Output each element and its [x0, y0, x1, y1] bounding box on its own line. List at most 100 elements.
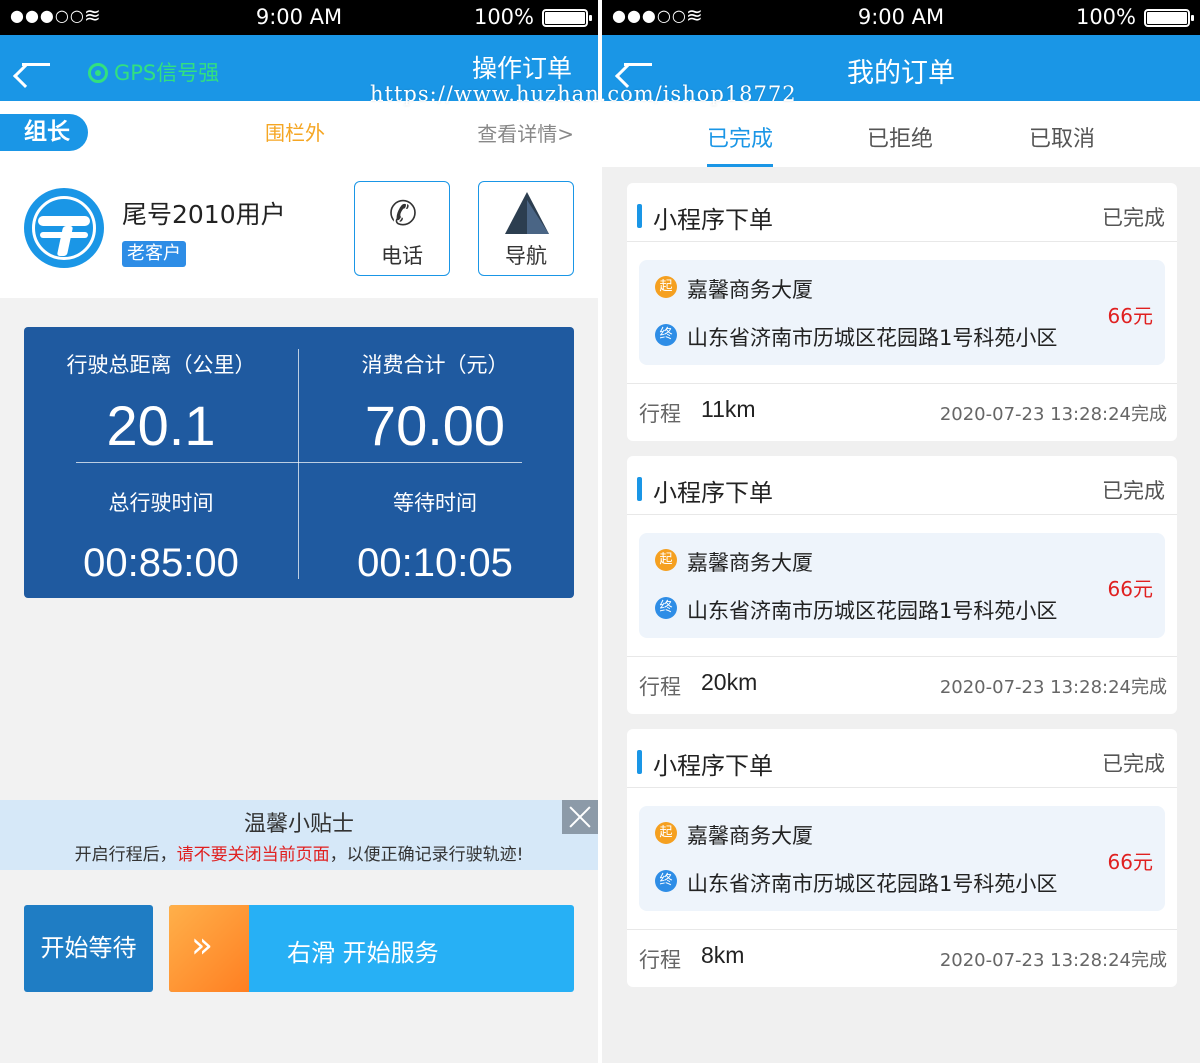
battery-percent: 100%: [473, 5, 534, 29]
cost-value: 70.00: [364, 394, 506, 457]
tip-title: 温馨小贴士: [243, 812, 354, 837]
end-point-icon: 终: [655, 597, 677, 619]
customer-card: 尾号2010用户 老客户 ✆ 电话 导航: [0, 163, 598, 298]
order-addresses: 起 嘉馨商务大厦 终 山东省济南市历城区花园路1号科苑小区 66元: [639, 533, 1165, 638]
navigation-arrow-icon: [505, 192, 549, 234]
order-status: 已完成: [1102, 479, 1165, 503]
order-price: 66元: [1107, 850, 1153, 874]
slider-knob[interactable]: »: [169, 905, 249, 992]
navigate-label: 导航: [505, 244, 547, 268]
back-arrow-icon[interactable]: [22, 63, 50, 66]
status-bar: ●●●○○ ≋ 9:00 AM 100%: [0, 0, 598, 35]
view-detail-link[interactable]: 查看详情>: [477, 118, 574, 147]
gps-status: GPS信号强: [88, 57, 219, 87]
wait-time-value: 00:10:05: [357, 541, 513, 585]
order-to: 山东省济南市历城区花园路1号科苑小区: [687, 872, 1058, 896]
call-button[interactable]: ✆ 电话: [354, 181, 450, 276]
end-point-icon: 终: [655, 870, 677, 892]
order-accent-bar: [637, 204, 642, 228]
customer-name: 尾号2010用户: [122, 200, 286, 229]
trip-label: 行程: [639, 402, 681, 426]
trip-label: 行程: [639, 675, 681, 699]
tip-body-suffix: ，以便正确记录行驶轨迹!: [329, 845, 524, 865]
tip-body-prefix: 开启行程后，: [74, 845, 177, 865]
order-type: 小程序下单: [653, 206, 773, 234]
wait-time-label: 等待时间: [393, 491, 477, 515]
trip-distance: 11km: [701, 396, 756, 422]
order-from: 嘉馨商务大厦: [687, 551, 813, 575]
end-point-icon: 终: [655, 324, 677, 346]
trip-distance: 8km: [701, 942, 745, 968]
stats-horizontal-divider: [76, 462, 522, 463]
order-price: 66元: [1107, 304, 1153, 328]
watermark-text: https://www.huzhan.com/ishop18772: [370, 82, 797, 106]
order-type: 小程序下单: [653, 479, 773, 507]
order-divider: [627, 929, 1177, 930]
order-addresses: 起 嘉馨商务大厦 终 山东省济南市历城区花园路1号科苑小区 66元: [639, 260, 1165, 365]
order-tabs: 已完成 已拒绝 已取消: [602, 101, 1200, 167]
navigate-button[interactable]: 导航: [478, 181, 574, 276]
drive-time-stat: 总行驶时间 00:85:00: [24, 487, 298, 586]
order-to: 山东省济南市历城区花园路1号科苑小区: [687, 326, 1058, 350]
start-point-icon: 起: [655, 822, 677, 844]
role-badge: 组长: [0, 114, 88, 151]
completed-time: 2020-07-23 13:28:24完成: [939, 950, 1167, 971]
active-tab-indicator: [707, 164, 773, 167]
call-label: 电话: [381, 244, 423, 268]
order-header: 小程序下单 已完成: [627, 183, 1177, 242]
cost-label: 消费合计（元）: [361, 353, 509, 377]
tab-cancelled[interactable]: 已取消: [982, 121, 1142, 153]
tip-body: 开启行程后，请不要关闭当前页面，以便正确记录行驶轨迹!: [0, 840, 598, 865]
order-accent-bar: [637, 477, 642, 501]
trip-distance: 20km: [701, 669, 758, 695]
gps-signal-icon: [88, 63, 108, 83]
status-bar-right: ●●●○○ ≋ 9:00 AM 100%: [602, 0, 1200, 35]
fence-status: 围栏外: [265, 121, 325, 145]
slide-label: 右滑 开始服务: [287, 939, 439, 967]
tip-banner: 温馨小贴士 开启行程后，请不要关闭当前页面，以便正确记录行驶轨迹!: [0, 800, 598, 870]
wheel-stem: [56, 226, 74, 256]
start-wait-button[interactable]: 开始等待: [24, 905, 153, 992]
order-from: 嘉馨商务大厦: [687, 278, 813, 302]
order-header: 小程序下单 已完成: [627, 456, 1177, 515]
completed-time: 2020-07-23 13:28:24完成: [939, 404, 1167, 425]
battery-icon: [1144, 9, 1194, 27]
battery-icon: [542, 9, 592, 27]
drive-time-value: 00:85:00: [83, 541, 239, 585]
order-status: 已完成: [1102, 206, 1165, 230]
operate-order-button[interactable]: 操作订单: [472, 49, 572, 85]
gps-label: GPS信号强: [114, 61, 220, 85]
order-price: 66元: [1107, 577, 1153, 601]
distance-label: 行驶总距离（公里）: [66, 353, 256, 377]
completed-time: 2020-07-23 13:28:24完成: [939, 677, 1167, 698]
distance-stat: 行驶总距离（公里） 20.1: [24, 349, 298, 458]
start-point-icon: 起: [655, 549, 677, 571]
order-card[interactable]: 小程序下单 已完成 起 嘉馨商务大厦 终 山东省济南市历城区花园路1号科苑小区 …: [627, 729, 1177, 987]
wait-time-stat: 等待时间 00:10:05: [298, 487, 572, 586]
order-card[interactable]: 小程序下单 已完成 起 嘉馨商务大厦 终 山东省济南市历城区花园路1号科苑小区 …: [627, 456, 1177, 714]
my-orders-screen: ●●●○○ ≋ 9:00 AM 100% 我的订单 已完成 已拒绝 已取消 小程…: [602, 0, 1200, 1063]
close-icon[interactable]: [562, 800, 598, 834]
order-accent-bar: [637, 750, 642, 774]
order-divider: [627, 656, 1177, 657]
trip-stats-panel: 行驶总距离（公里） 20.1 消费合计（元） 70.00 总行驶时间 00:85…: [24, 327, 574, 598]
trip-label: 行程: [639, 948, 681, 972]
phone-icon: ✆: [388, 194, 418, 234]
order-header: 小程序下单 已完成: [627, 729, 1177, 788]
slide-to-start-service[interactable]: » 右滑 开始服务: [169, 905, 574, 992]
tip-body-warning: 请不要关闭当前页面: [176, 845, 330, 865]
cost-stat: 消费合计（元） 70.00: [298, 349, 572, 458]
order-divider: [627, 383, 1177, 384]
order-from: 嘉馨商务大厦: [687, 824, 813, 848]
order-status: 已完成: [1102, 752, 1165, 776]
distance-value: 20.1: [106, 394, 216, 457]
role-row: 组长 围栏外 查看详情>: [0, 101, 598, 163]
order-addresses: 起 嘉馨商务大厦 终 山东省济南市历城区花园路1号科苑小区 66元: [639, 806, 1165, 911]
tab-rejected[interactable]: 已拒绝: [820, 121, 980, 153]
order-type: 小程序下单: [653, 752, 773, 780]
tab-completed[interactable]: 已完成: [660, 121, 820, 153]
order-card[interactable]: 小程序下单 已完成 起 嘉馨商务大厦 终 山东省济南市历城区花园路1号科苑小区 …: [627, 183, 1177, 441]
customer-tag: 老客户: [122, 241, 186, 267]
steering-wheel-avatar-icon: [24, 188, 104, 268]
order-to: 山东省济南市历城区花园路1号科苑小区: [687, 599, 1058, 623]
